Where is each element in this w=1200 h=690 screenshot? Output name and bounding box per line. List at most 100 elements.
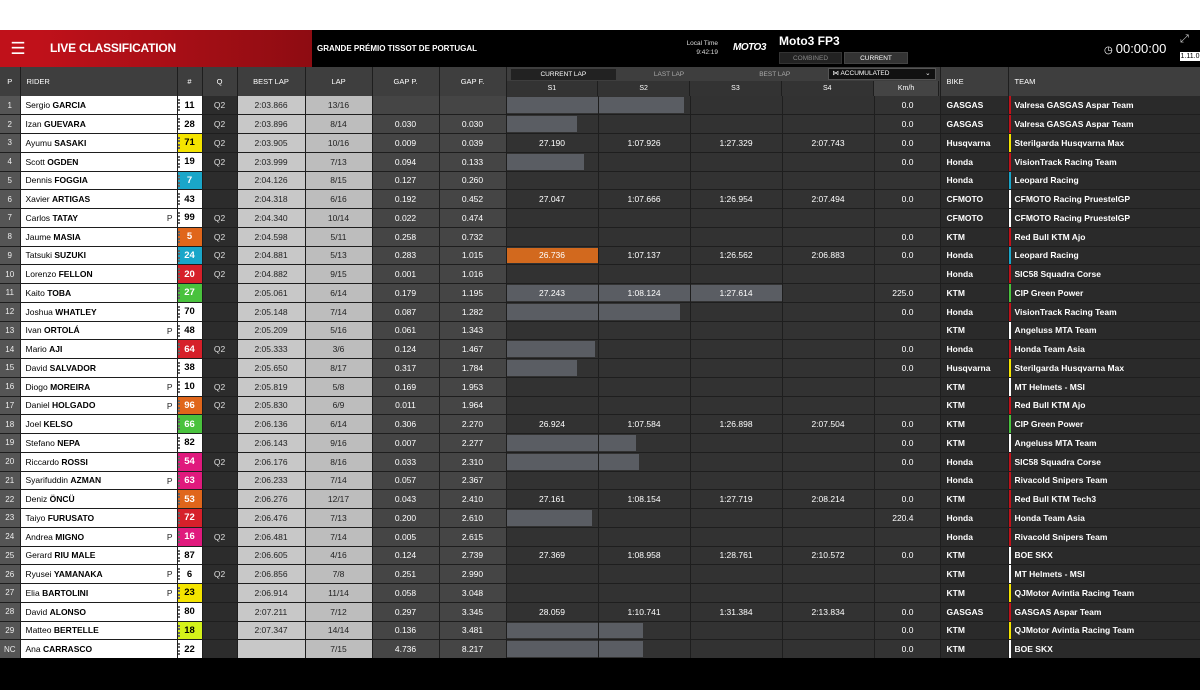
col-gap-f[interactable]: GAP F.: [439, 67, 507, 96]
rider-name[interactable]: Jaume MASIA: [20, 227, 178, 247]
table-row[interactable]: 28 David ALONSO 80 2:07.211 7/12 0.297 3…: [0, 602, 1200, 622]
team-name-text: CIP Green Power: [1014, 419, 1084, 430]
sector-1: [506, 452, 599, 472]
team-name-text: GASGAS Aspar Team: [1014, 606, 1102, 617]
table-row[interactable]: 21 Syarifuddin AZMAN P 63 2:06.233 7/14 0…: [0, 471, 1200, 491]
mode-current-button[interactable]: CURRENT: [844, 52, 908, 64]
sector-progress-bar: [598, 303, 680, 320]
rider-name[interactable]: Izan GUEVARA: [20, 114, 178, 134]
rider-first-name: Ryusei: [25, 569, 52, 580]
tab-current-lap[interactable]: CURRENT LAP: [510, 68, 617, 80]
table-row[interactable]: 12 Joshua WHATLEY 70 2:05.148 7/14 0.087…: [0, 302, 1200, 322]
hamburger-menu-icon[interactable]: ☰: [0, 30, 36, 67]
table-row[interactable]: 1 Sergio GARCIA 11 Q2 2:03.866 13/16 0.0…: [0, 96, 1200, 116]
table-row[interactable]: 4 Scott OGDEN 19 Q2 2:03.999 7/13 0.094 …: [0, 152, 1200, 172]
table-row[interactable]: 8 Jaume MASIA 5 Q2 2:04.598 5/11 0.258 0…: [0, 227, 1200, 247]
col-bike[interactable]: BIKE: [940, 67, 1009, 96]
table-row[interactable]: 15 David SALVADOR 38 2:05.650 8/17 0.317…: [0, 358, 1200, 378]
rider-name[interactable]: Joel KELSO: [20, 414, 178, 434]
table-row[interactable]: 3 Ayumu SASAKI 71 Q2 2:03.905 10/16 0.00…: [0, 133, 1200, 153]
table-row[interactable]: 16 Diogo MOREIRA P 10 Q2 2:05.819 5/8 0.1…: [0, 377, 1200, 397]
rider-number: 54: [177, 452, 203, 472]
table-row[interactable]: NC Ana CARRASCO 22 7/15 4.736 8.217 0.0 …: [0, 639, 1200, 659]
rider-name[interactable]: Sergio GARCIA: [20, 96, 178, 116]
rider-name[interactable]: Ryusei YAMANAKA P: [20, 564, 178, 584]
rider-name[interactable]: Dennis FOGGIA: [20, 171, 178, 191]
rider-name[interactable]: Taiyo FURUSATO: [20, 508, 178, 528]
rider-name[interactable]: Kaito TOBA: [20, 283, 178, 303]
table-row[interactable]: 27 Elia BARTOLINI P 23 2:06.914 11/14 0.0…: [0, 583, 1200, 603]
table-row[interactable]: 5 Dennis FOGGIA 7 2:04.126 8/15 0.127 0.…: [0, 171, 1200, 191]
qualifying-flag: Q2: [202, 264, 238, 284]
tab-best-lap[interactable]: BEST LAP: [722, 69, 828, 80]
rider-name[interactable]: Stefano NEPA: [20, 433, 178, 453]
rider-name[interactable]: Matteo BERTELLE: [20, 621, 178, 641]
rider-name[interactable]: Syarifuddin AZMAN P: [20, 471, 178, 491]
rider-name[interactable]: David SALVADOR: [20, 358, 178, 378]
rider-name[interactable]: Ivan ORTOLÁ P: [20, 321, 178, 341]
rider-name[interactable]: Gerard RIU MALE: [20, 546, 178, 566]
rider-name[interactable]: Xavier ARTIGAS: [20, 189, 178, 209]
table-row[interactable]: 13 Ivan ORTOLÁ P 48 2:05.209 5/16 0.061 1…: [0, 321, 1200, 341]
qualifying-flag: [202, 508, 238, 528]
rider-name[interactable]: Deniz ÖNCÜ: [20, 489, 178, 509]
fullscreen-icon[interactable]: ⤢: [1180, 33, 1189, 46]
mode-combined-button[interactable]: COMBINED: [779, 52, 842, 64]
lap-count: 10/16: [305, 133, 373, 153]
position: 20: [0, 452, 21, 472]
col-position[interactable]: P: [0, 67, 21, 96]
rider-name[interactable]: Riccardo ROSSI: [20, 452, 178, 472]
tab-last-lap[interactable]: LAST LAP: [616, 69, 722, 80]
position: NC: [0, 639, 21, 659]
table-row[interactable]: 25 Gerard RIU MALE 87 2:06.605 4/16 0.12…: [0, 546, 1200, 566]
table-row[interactable]: 17 Daniel HOLGADO P 96 Q2 2:05.830 6/9 0.…: [0, 396, 1200, 416]
col-lap[interactable]: LAP: [305, 67, 373, 96]
table-row[interactable]: 22 Deniz ÖNCÜ 53 2:06.276 12/17 0.043 2.…: [0, 489, 1200, 509]
number-dots: [177, 343, 181, 356]
sector-3-time: 1:26.562: [719, 250, 753, 261]
lap-count: 13/16: [305, 96, 373, 116]
team-color-stripe: [1008, 377, 1011, 396]
table-row[interactable]: 10 Lorenzo FELLON 20 Q2 2:04.882 9/15 0.…: [0, 264, 1200, 284]
table-row[interactable]: 7 Carlos TATAY P 99 Q2 2:04.340 10/14 0.0…: [0, 208, 1200, 228]
sector-1: 28.059: [506, 602, 599, 622]
penalty-flag: P: [166, 569, 173, 580]
rider-name[interactable]: David ALONSO: [20, 602, 178, 622]
accumulated-select[interactable]: ⋈ ACCUMULATED ⌄: [827, 68, 936, 80]
col-gap-p[interactable]: GAP P.: [372, 67, 440, 96]
table-row[interactable]: 20 Riccardo ROSSI 54 Q2 2:06.176 8/16 0.…: [0, 452, 1200, 472]
table-row[interactable]: 24 Andrea MIGNO P 16 Q2 2:06.481 7/14 0.0…: [0, 527, 1200, 547]
rider-first-name: Taiyo: [25, 512, 46, 523]
rider-name[interactable]: Tatsuki SUZUKI: [20, 246, 178, 266]
rider-name[interactable]: Lorenzo FELLON: [20, 264, 178, 284]
table-row[interactable]: 11 Kaito TOBA 27 2:05.061 6/14 0.179 1.1…: [0, 283, 1200, 303]
rider-name[interactable]: Daniel HOLGADO P: [20, 396, 178, 416]
table-row[interactable]: 14 Mario AJI 64 Q2 2:05.333 3/6 0.124 1.…: [0, 339, 1200, 359]
rider-name[interactable]: Ayumu SASAKI: [20, 133, 178, 153]
col-q[interactable]: Q: [202, 67, 238, 96]
table-row[interactable]: 26 Ryusei YAMANAKA P 6 Q2 2:06.856 7/8 0.…: [0, 564, 1200, 584]
table-row[interactable]: 6 Xavier ARTIGAS 43 2:04.318 6/16 0.192 …: [0, 189, 1200, 209]
rider-name[interactable]: Diogo MOREIRA P: [20, 377, 178, 397]
rider-name[interactable]: Mario AJI: [20, 339, 178, 359]
col-rider[interactable]: RIDER: [20, 67, 178, 96]
col-number[interactable]: #: [177, 67, 203, 96]
rider-name[interactable]: Scott OGDEN: [20, 152, 178, 172]
col-best-lap[interactable]: BEST LAP: [237, 67, 306, 96]
penalty-flag: P: [166, 400, 173, 411]
table-row[interactable]: 19 Stefano NEPA 82 2:06.143 9/16 0.007 2…: [0, 433, 1200, 453]
gap-first: 0.732: [439, 227, 507, 247]
table-row[interactable]: 23 Taiyo FURUSATO 72 2:06.476 7/13 0.200…: [0, 508, 1200, 528]
table-row[interactable]: 29 Matteo BERTELLE 18 2:07.347 14/14 0.1…: [0, 621, 1200, 641]
table-row[interactable]: 2 Izan GUEVARA 28 Q2 2:03.896 8/14 0.030…: [0, 114, 1200, 134]
table-row[interactable]: 18 Joel KELSO 66 2:06.136 6/14 0.306 2.2…: [0, 414, 1200, 434]
rider-number-value: 43: [184, 193, 195, 205]
rider-name[interactable]: Elia BARTOLINI P: [20, 583, 178, 603]
col-team[interactable]: TEAM: [1008, 67, 1200, 96]
rider-name[interactable]: Ana CARRASCO: [20, 639, 178, 659]
rider-first-name: Carlos: [25, 212, 51, 223]
rider-name[interactable]: Carlos TATAY P: [20, 208, 178, 228]
rider-name[interactable]: Andrea MIGNO P: [20, 527, 178, 547]
table-row[interactable]: 9 Tatsuki SUZUKI 24 Q2 2:04.881 5/13 0.2…: [0, 246, 1200, 266]
rider-name[interactable]: Joshua WHATLEY: [20, 302, 178, 322]
